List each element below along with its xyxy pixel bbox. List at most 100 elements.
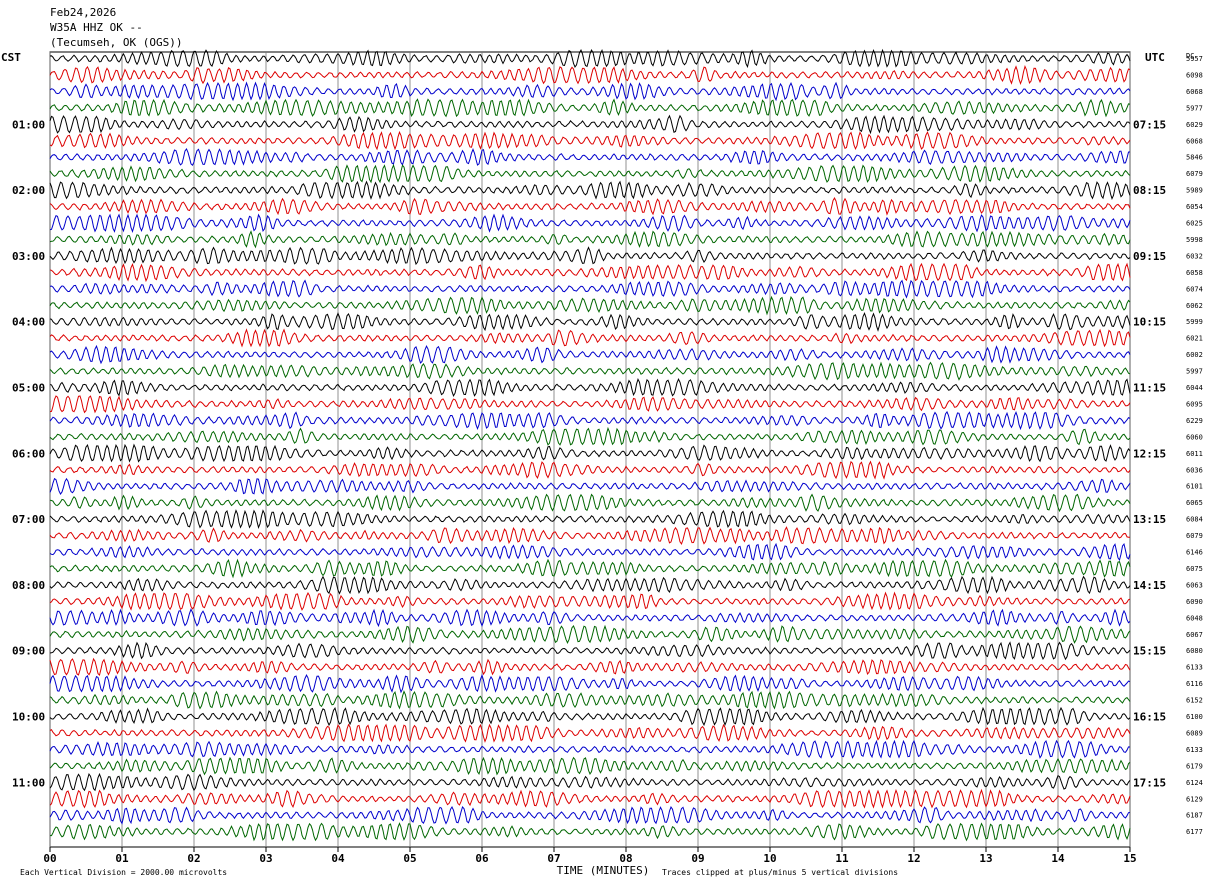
dc-value: 6068 bbox=[1186, 137, 1203, 145]
clip-note: Traces clipped at plus/minus 5 vertical … bbox=[662, 868, 898, 877]
seismic-trace bbox=[49, 756, 1131, 776]
dc-value: 6116 bbox=[1186, 680, 1203, 688]
cst-hour-label: 02:00 bbox=[12, 184, 45, 197]
cst-axis-label: CST bbox=[1, 51, 21, 64]
dc-value: 6084 bbox=[1186, 516, 1203, 524]
seismic-trace bbox=[49, 772, 1131, 792]
seismic-trace bbox=[49, 493, 1131, 513]
seismic-trace bbox=[49, 410, 1131, 431]
dc-value: 6100 bbox=[1186, 713, 1203, 721]
seismic-trace bbox=[49, 558, 1131, 579]
header-date: Feb24,2026 bbox=[50, 6, 116, 19]
dc-value: 6133 bbox=[1186, 746, 1203, 754]
dc-value: 5846 bbox=[1186, 154, 1203, 162]
x-tick-label: 12 bbox=[907, 852, 920, 865]
seismic-trace bbox=[49, 460, 1131, 480]
seismic-trace bbox=[49, 657, 1131, 677]
x-axis-title: TIME (MINUTES) bbox=[557, 864, 650, 877]
dc-value: 6021 bbox=[1186, 335, 1203, 343]
dc-value: 6177 bbox=[1186, 828, 1203, 836]
dc-value: 6080 bbox=[1186, 647, 1203, 655]
dc-value: 5998 bbox=[1186, 236, 1203, 244]
seismic-trace bbox=[49, 377, 1131, 398]
utc-axis-label: UTC bbox=[1145, 51, 1165, 64]
header-station: W35A HHZ OK -- bbox=[50, 21, 143, 34]
dc-value: 6060 bbox=[1186, 433, 1203, 441]
seismic-trace bbox=[49, 395, 1131, 414]
utc-hour-label: 17:15 bbox=[1133, 776, 1166, 789]
dc-value: 6152 bbox=[1186, 697, 1203, 705]
dc-value: 6124 bbox=[1186, 779, 1203, 787]
x-tick-label: 15 bbox=[1123, 852, 1136, 865]
seismic-trace bbox=[49, 526, 1131, 546]
dc-value: 6089 bbox=[1186, 729, 1203, 737]
header-location: (Tecumseh, OK (OGS)) bbox=[50, 36, 182, 49]
x-tick-label: 13 bbox=[979, 852, 992, 865]
seismic-trace bbox=[49, 822, 1131, 842]
dc-value: 6065 bbox=[1186, 499, 1203, 507]
x-tick-label: 03 bbox=[259, 852, 272, 865]
dc-value: 6067 bbox=[1186, 631, 1203, 639]
dc-value: 6101 bbox=[1186, 483, 1203, 491]
x-tick-label: 05 bbox=[403, 852, 416, 865]
utc-hour-label: 15:15 bbox=[1133, 645, 1166, 658]
x-tick-label: 06 bbox=[475, 852, 489, 865]
x-tick-label: 00 bbox=[43, 852, 56, 865]
dc-value: 6129 bbox=[1186, 795, 1203, 803]
seismic-trace bbox=[49, 279, 1131, 299]
seismic-trace bbox=[49, 328, 1131, 348]
dc-value: 6002 bbox=[1186, 351, 1203, 359]
dc-value: 6098 bbox=[1186, 72, 1203, 80]
x-tick-label: 10 bbox=[763, 852, 776, 865]
seismic-trace bbox=[49, 130, 1131, 151]
seismic-trace bbox=[49, 361, 1131, 381]
dc-value: 6074 bbox=[1186, 285, 1203, 293]
cst-hour-label: 10:00 bbox=[12, 711, 45, 724]
helicorder-stage: Feb24,2026 W35A HHZ OK -- (Tecumseh, OK … bbox=[0, 0, 1210, 886]
utc-hour-label: 14:15 bbox=[1133, 579, 1166, 592]
dc-value: 6032 bbox=[1186, 252, 1203, 260]
cst-hour-label: 09:00 bbox=[12, 645, 45, 658]
utc-hour-label: 12:15 bbox=[1133, 447, 1166, 460]
seismic-trace bbox=[49, 196, 1131, 216]
seismic-trace bbox=[49, 163, 1131, 184]
seismic-trace bbox=[49, 230, 1131, 249]
seismic-trace bbox=[49, 443, 1131, 463]
utc-hour-label: 11:15 bbox=[1133, 382, 1166, 395]
seismic-trace bbox=[49, 608, 1131, 628]
utc-hour-label: 08:15 bbox=[1133, 184, 1166, 197]
dc-value: 6036 bbox=[1186, 466, 1203, 474]
seismic-trace bbox=[49, 344, 1131, 365]
utc-hour-label: 16:15 bbox=[1133, 711, 1166, 724]
utc-hour-label: 07:15 bbox=[1133, 118, 1166, 131]
seismic-trace bbox=[49, 673, 1131, 694]
seismic-trace bbox=[49, 690, 1131, 710]
dc-value: 6079 bbox=[1186, 170, 1203, 178]
seismic-trace bbox=[49, 591, 1131, 611]
cst-hour-label: 03:00 bbox=[12, 250, 45, 263]
dc-value: 6146 bbox=[1186, 549, 1203, 557]
utc-hour-label: 10:15 bbox=[1133, 316, 1166, 329]
seismic-trace bbox=[49, 641, 1131, 661]
dc-value: 6011 bbox=[1186, 450, 1203, 458]
x-tick-label: 11 bbox=[835, 852, 849, 865]
dc-value: 6075 bbox=[1186, 565, 1203, 573]
dc-value: 6054 bbox=[1186, 203, 1203, 211]
dc-value: 6048 bbox=[1186, 614, 1203, 622]
dc-value: 6063 bbox=[1186, 581, 1203, 589]
dc-value: 6079 bbox=[1186, 532, 1203, 540]
scale-note: Each Vertical Division = 2000.00 microvo… bbox=[20, 868, 227, 877]
dc-value: 5957 bbox=[1186, 55, 1203, 63]
seismic-trace bbox=[49, 706, 1131, 727]
cst-hour-label: 11:00 bbox=[12, 776, 45, 789]
seismic-trace bbox=[49, 81, 1131, 102]
seismic-trace bbox=[49, 788, 1131, 809]
dc-value: 6133 bbox=[1186, 664, 1203, 672]
dc-value: 5989 bbox=[1186, 187, 1203, 195]
dc-value: 6058 bbox=[1186, 269, 1203, 277]
seismic-trace bbox=[49, 180, 1131, 200]
seismic-trace bbox=[49, 312, 1131, 332]
x-tick-label: 09 bbox=[691, 852, 704, 865]
seismic-trace bbox=[49, 98, 1131, 118]
cst-hour-label: 04:00 bbox=[12, 316, 45, 329]
